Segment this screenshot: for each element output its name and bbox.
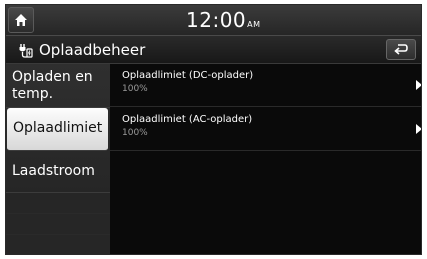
- sidebar-item-label: Opladen en temp.: [12, 69, 93, 102]
- clock: 12:00AM: [186, 8, 261, 32]
- back-arrow-icon: [394, 44, 408, 55]
- list-item-value: 100%: [122, 128, 148, 138]
- clock-time: 12:00: [186, 8, 247, 32]
- sidebar-item-oplaadlimiet[interactable]: Oplaadlimiet: [7, 108, 108, 151]
- sidebar-item-label: Laadstroom: [12, 163, 95, 179]
- chevron-right-icon: [416, 124, 421, 134]
- sidebar-empty-area: [6, 193, 110, 254]
- list-item-dc-charge-limit[interactable]: Oplaadlimiet (DC-oplader) 100%: [110, 64, 421, 107]
- sidebar-item-label: Oplaadlimiet: [13, 120, 103, 136]
- list-item-label: Oplaadlimiet (DC-oplader): [122, 70, 254, 81]
- infotainment-screen: 12:00AM Oplaadbeheer Opladen en temp. Op…: [5, 4, 422, 255]
- list-item-ac-charge-limit[interactable]: Oplaadlimiet (AC-oplader) 100%: [110, 108, 421, 151]
- ev-charging-icon: [19, 44, 33, 58]
- page-header: Oplaadbeheer: [6, 36, 421, 64]
- home-button[interactable]: [8, 7, 34, 33]
- page-title: Oplaadbeheer: [39, 41, 146, 59]
- chevron-right-icon: [416, 80, 421, 90]
- list-item-label: Oplaadlimiet (AC-oplader): [122, 114, 253, 125]
- home-icon: [15, 14, 27, 26]
- sidebar: Opladen en temp. Oplaadlimiet Laadstroom: [6, 64, 110, 254]
- settings-list: Oplaadlimiet (DC-oplader) 100% Oplaadlim…: [110, 64, 421, 254]
- sidebar-item-laadstroom[interactable]: Laadstroom: [6, 151, 110, 193]
- back-button[interactable]: [386, 39, 416, 60]
- sidebar-item-opladen-en-temp[interactable]: Opladen en temp.: [6, 64, 110, 108]
- list-item-value: 100%: [122, 84, 148, 94]
- status-bar: 12:00AM: [6, 5, 421, 36]
- clock-ampm: AM: [247, 20, 261, 29]
